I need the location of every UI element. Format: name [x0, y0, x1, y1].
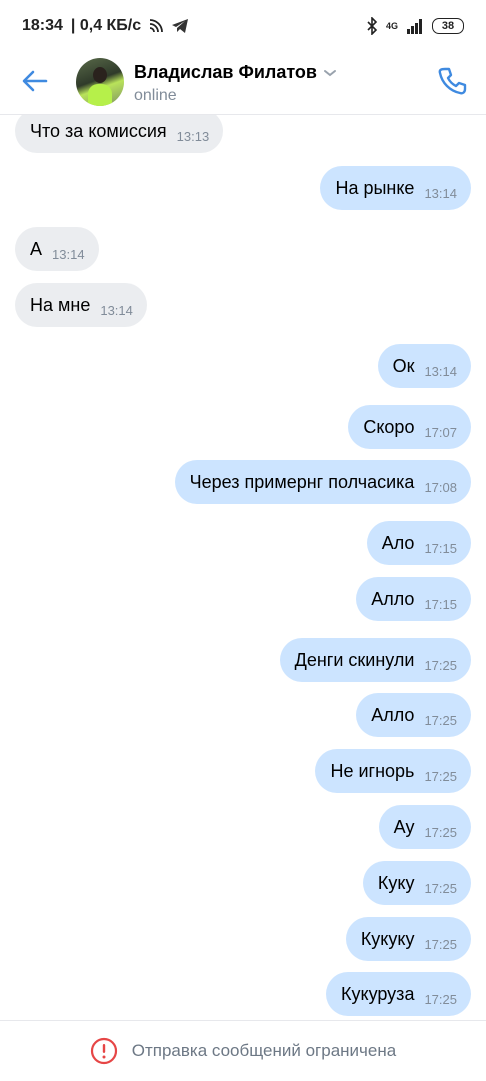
message-time: 13:14: [52, 246, 85, 262]
warning-icon: [90, 1037, 117, 1065]
outgoing-message[interactable]: Не игнорь 17:25: [315, 749, 471, 793]
message-time: 17:25: [424, 768, 457, 784]
signal-icon: [407, 19, 422, 34]
message-text: Кукуруза: [341, 983, 415, 1004]
status-right: 4G 38: [366, 17, 464, 35]
outgoing-message[interactable]: Алло 17:25: [356, 693, 471, 737]
message-time: 17:25: [424, 936, 457, 952]
message-text: Через примернг полчасика: [189, 471, 415, 492]
message-time: 13:13: [176, 128, 210, 144]
outgoing-message[interactable]: Алло 17:15: [356, 577, 471, 621]
network-type: 4G: [385, 21, 398, 31]
message-time: 17:25: [424, 991, 457, 1007]
message-time: 17:25: [424, 657, 457, 673]
battery-icon: 38: [432, 18, 464, 34]
outgoing-message[interactable]: Ок 13:14: [377, 344, 471, 388]
outgoing-message[interactable]: На рынке 13:14: [320, 166, 471, 210]
outgoing-message[interactable]: Скоро 17:07: [348, 405, 471, 449]
outgoing-message[interactable]: Кукуку 17:25: [345, 917, 471, 961]
back-arrow-icon[interactable]: [20, 66, 50, 96]
chat-header: Владислав Филатов online: [0, 52, 486, 115]
avatar-head: [93, 67, 107, 83]
message-text: На рынке: [335, 177, 415, 198]
message-time: 13:14: [100, 302, 133, 318]
message-text: Алло: [371, 704, 415, 725]
outgoing-message[interactable]: Куку 17:25: [362, 861, 471, 905]
status-bar: 18:34 | 0,4 КБ/с 4G 38: [0, 0, 486, 52]
status-time: 18:34: [22, 17, 63, 34]
message-time: 17:15: [424, 540, 457, 556]
outgoing-message[interactable]: Кукуруза 17:25: [326, 972, 471, 1016]
message-text: Что за комиссия: [30, 120, 167, 141]
message-text: Ок: [392, 355, 415, 376]
message-text: А: [30, 238, 43, 259]
restriction-text: Отправка сообщений ограничена: [131, 1041, 397, 1060]
message-time: 17:25: [424, 824, 457, 840]
message-text: Ау: [393, 816, 415, 837]
phone-icon[interactable]: [436, 65, 468, 97]
bluetooth-icon: [367, 17, 378, 35]
avatar-shirt: [88, 84, 112, 106]
status-left: 18:34 | 0,4 КБ/с: [22, 17, 189, 35]
chevron-down-icon: [323, 69, 336, 76]
incoming-message[interactable]: А 13:14: [15, 227, 99, 271]
message-text: Кукуку: [360, 928, 415, 949]
message-time: 17:25: [424, 880, 457, 896]
message-text: На мне: [30, 294, 91, 315]
telegram-icon: [172, 19, 189, 33]
message-time: 17:25: [424, 712, 457, 728]
message-text: Алло: [371, 588, 415, 609]
cast-icon: [149, 19, 164, 33]
contact-name: Владислав Филатов: [134, 62, 317, 82]
message-time: 17:07: [424, 424, 457, 440]
message-time: 17:08: [424, 479, 457, 495]
outgoing-message[interactable]: Ало 17:15: [366, 521, 471, 565]
restriction-footer: Отправка сообщений ограничена: [0, 1020, 486, 1081]
network-speed: | 0,4 КБ/с: [70, 17, 142, 34]
message-text: Куку: [377, 872, 415, 893]
message-list[interactable]: Что за комиссия 13:13 На рынке 13:14 А 13:14 Н…: [0, 115, 486, 1020]
message-text: Скоро: [363, 416, 415, 437]
outgoing-message[interactable]: Через примернг полчасика 17:08: [174, 460, 471, 504]
incoming-message[interactable]: Что за комиссия 13:13: [15, 115, 224, 153]
contact-status: online: [134, 87, 177, 104]
incoming-message[interactable]: На мне 13:14: [15, 283, 147, 327]
message-text: Денги скинули: [294, 649, 415, 670]
outgoing-message[interactable]: Денги скинули 17:25: [279, 638, 471, 682]
avatar[interactable]: [76, 58, 124, 106]
message-time: 13:14: [424, 363, 457, 379]
message-text: Не игнорь: [330, 760, 415, 781]
message-time: 13:14: [424, 185, 457, 201]
message-text: Ало: [381, 532, 415, 553]
outgoing-message[interactable]: Ау 17:25: [378, 805, 471, 849]
contact-name-row[interactable]: Владислав Филатов: [134, 62, 337, 83]
message-time: 17:15: [424, 596, 457, 612]
